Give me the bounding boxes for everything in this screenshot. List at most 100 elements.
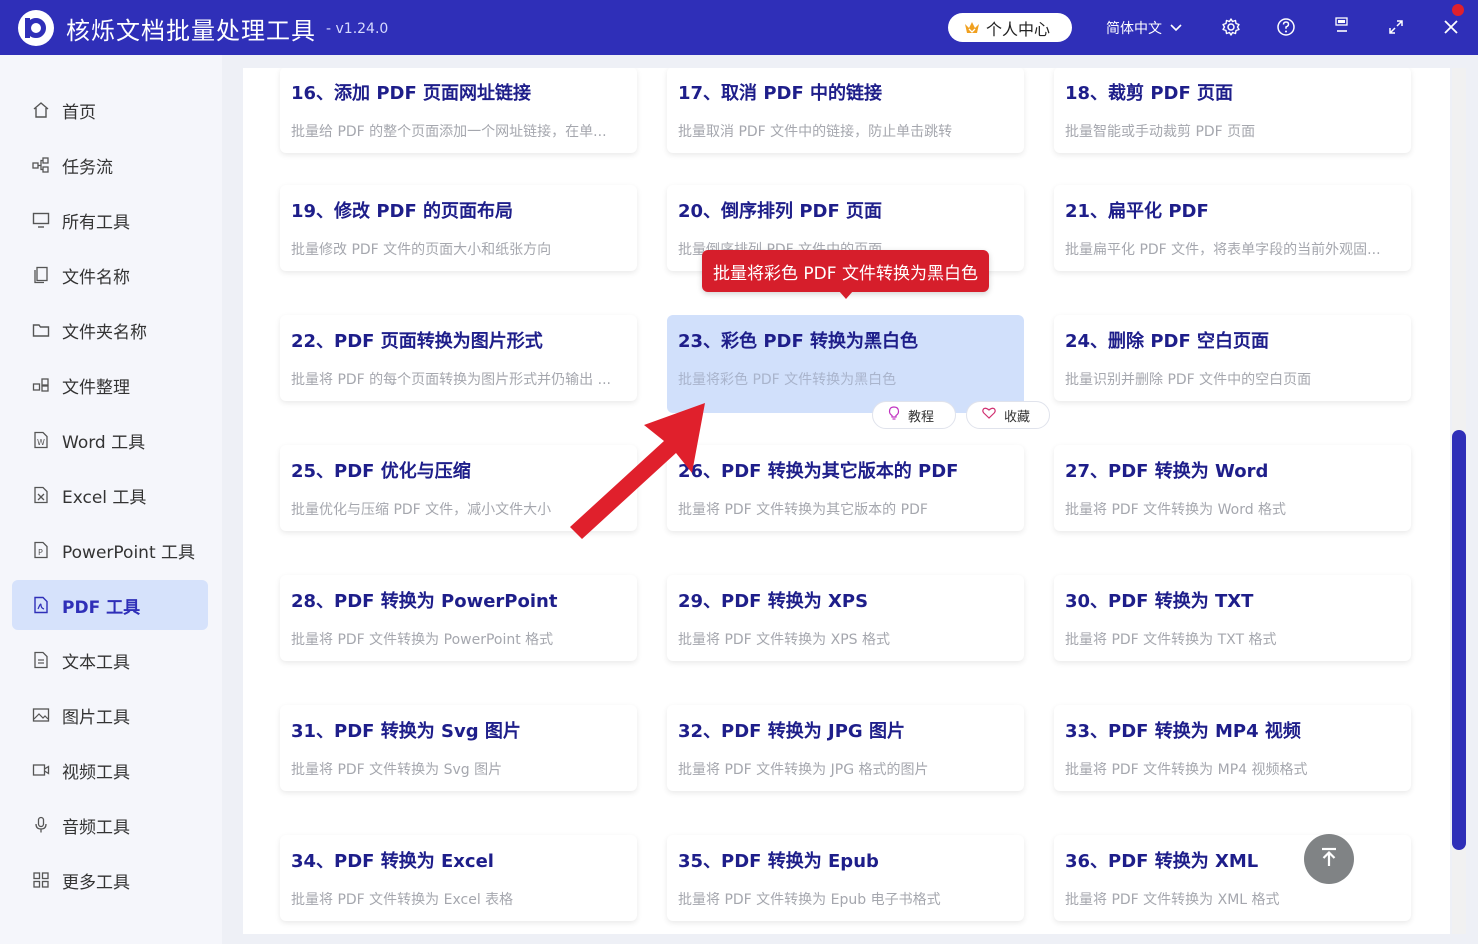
sidebar-item-home[interactable]: 首页 (12, 85, 208, 135)
tool-card-desc: 批量将 PDF 的每个页面转换为图片形式并仍输出 ... (291, 372, 611, 388)
minimize-icon[interactable] (1329, 15, 1353, 39)
sidebar-item-label: 首页 (62, 102, 96, 123)
tool-card[interactable]: 28、PDF 转换为 PowerPoint 批量将 PDF 文件转换为 Power… (280, 575, 637, 661)
image-icon (32, 706, 50, 724)
scrollbar-thumb[interactable] (1452, 430, 1466, 850)
sidebar-item-folder-name[interactable]: 文件夹名称 (12, 305, 208, 355)
tool-card-desc: 批量取消 PDF 文件中的链接，防止单击跳转 (678, 124, 953, 140)
tool-grid: 16、添加 PDF 页面网址链接 批量给 PDF 的整个页面添加一个网址链接，在单… (243, 68, 1450, 934)
sidebar-item-all-tools[interactable]: 所有工具 (12, 195, 208, 245)
tool-card[interactable]: 22、PDF 页面转换为图片形式 批量将 PDF 的每个页面转换为图片形式并仍输出… (280, 315, 637, 401)
language-label: 简体中文 (1106, 21, 1162, 37)
sidebar-item-text-tools[interactable]: 文本工具 (12, 635, 208, 685)
sidebar-item-label: 视频工具 (62, 762, 130, 783)
sidebar-item-label: Word 工具 (62, 432, 146, 453)
tool-card[interactable]: 30、PDF 转换为 TXT 批量将 PDF 文件转换为 TXT 格式 (1054, 575, 1411, 661)
tool-card-title: 27、PDF 转换为 Word (1065, 461, 1269, 482)
tool-card[interactable]: 18、裁剪 PDF 页面 批量智能或手动裁剪 PDF 页面 (1054, 68, 1411, 153)
tool-card[interactable]: 16、添加 PDF 页面网址链接 批量给 PDF 的整个页面添加一个网址链接，在单… (280, 68, 637, 153)
sidebar-item-workflow[interactable]: 任务流 (12, 140, 208, 190)
home-icon (32, 101, 50, 119)
tooltip-tail (839, 291, 853, 299)
tool-card-desc: 批量识别并删除 PDF 文件中的空白页面 (1065, 372, 1312, 388)
tool-card[interactable]: 19、修改 PDF 的页面布局 批量修改 PDF 文件的页面大小和纸张方向 (280, 185, 637, 271)
tool-card[interactable]: 21、扁平化 PDF 批量扁平化 PDF 文件，将表单字段的当前外观固... (1054, 185, 1411, 271)
sidebar-item-file-organize[interactable]: 文件整理 (12, 360, 208, 410)
tool-card[interactable]: 33、PDF 转换为 MP4 视频批量将 PDF 文件转换为 MP4 视频格式 (1054, 705, 1411, 791)
sidebar-item-label: 任务流 (62, 157, 113, 178)
sidebar-item-label: 图片工具 (62, 707, 130, 728)
tool-card[interactable]: 32、PDF 转换为 JPG 图片批量将 PDF 文件转换为 JPG 格式的图片 (667, 705, 1024, 791)
workflow-icon (32, 156, 50, 174)
tool-card[interactable]: 27、PDF 转换为 Word 批量将 PDF 文件转换为 Word 格式 (1054, 445, 1411, 531)
tool-card-title: 16、添加 PDF 页面网址链接 (291, 83, 532, 104)
user-center-label: 个人中心 (986, 19, 1051, 39)
language-selector[interactable]: 简体中文 (1106, 18, 1182, 38)
svg-text:W: W (37, 438, 45, 447)
sidebar-item-label: 文本工具 (62, 652, 130, 673)
sidebar-item-video-tools[interactable]: 视频工具 (12, 745, 208, 795)
tool-card-title: 36、PDF 转换为 XML (1065, 851, 1259, 872)
text-file-icon (32, 651, 50, 669)
chevron-down-icon (1170, 20, 1182, 36)
tool-card-desc: 批量将 PDF 文件转换为 Word 格式 (1065, 502, 1287, 518)
crown-icon (964, 21, 980, 34)
sidebar-item-audio-tools[interactable]: 音频工具 (12, 800, 208, 850)
powerpoint-icon: P (32, 541, 50, 559)
tool-card-highlighted[interactable]: 23、彩色 PDF 转换为黑白色 批量将彩色 PDF 文件转换为黑白色 (667, 315, 1024, 413)
sidebar-item-excel-tools[interactable]: Excel 工具 (12, 470, 208, 520)
tool-card[interactable]: 34、PDF 转换为 Excel 批量将 PDF 文件转换为 Excel 表格 (280, 835, 637, 921)
sidebar-item-file-name[interactable]: 文件名称 (12, 250, 208, 300)
maximize-icon[interactable] (1384, 15, 1408, 39)
sidebar-item-label: 音频工具 (62, 817, 130, 838)
tool-card-desc: 批量将 PDF 文件转换为 MP4 视频格式 (1065, 762, 1308, 778)
tool-card-title: 34、PDF 转换为 Excel (291, 851, 494, 872)
tutorial-button[interactable]: 教程 (872, 401, 956, 429)
lightbulb-icon (888, 406, 900, 424)
excel-icon (32, 486, 50, 504)
tool-card-title: 17、取消 PDF 中的链接 (678, 83, 883, 104)
tool-card[interactable]: 17、取消 PDF 中的链接批量取消 PDF 文件中的链接，防止单击跳转 (667, 68, 1024, 153)
tool-card-desc: 批量将 PDF 文件转换为 JPG 格式的图片 (678, 762, 929, 778)
tool-card-title: 29、PDF 转换为 XPS (678, 591, 869, 612)
sidebar-item-pdf-tools[interactable]: PDF 工具 (12, 580, 208, 630)
tool-card-title: 20、倒序排列 PDF 页面 (678, 201, 883, 222)
arrow-up-icon (1317, 845, 1341, 873)
annotation-arrow (570, 403, 705, 539)
back-to-top-button[interactable] (1304, 834, 1354, 884)
word-icon: W (32, 431, 50, 449)
tool-card-title: 30、PDF 转换为 TXT (1065, 591, 1254, 612)
tool-card[interactable]: 24、删除 PDF 空白页面 批量识别并删除 PDF 文件中的空白页面 (1054, 315, 1411, 401)
tool-card-title: 19、修改 PDF 的页面布局 (291, 201, 514, 222)
tool-card[interactable]: 31、PDF 转换为 Svg 图片 批量将 PDF 文件转换为 Svg 图片 (280, 705, 637, 791)
sidebar-item-more-tools[interactable]: 更多工具 (12, 855, 208, 905)
sidebar-item-label: 文件名称 (62, 267, 130, 288)
tool-card[interactable]: 36、PDF 转换为 XML 批量将 PDF 文件转换为 XML 格式 (1054, 835, 1411, 921)
sidebar-item-powerpoint-tools[interactable]: P PowerPoint 工具 (12, 525, 208, 575)
tool-card-title: 32、PDF 转换为 JPG 图片 (678, 721, 905, 742)
tool-card-desc: 批量将 PDF 文件转换为 XML 格式 (1065, 892, 1280, 908)
sidebar-item-image-tools[interactable]: 图片工具 (12, 690, 208, 740)
heart-icon (982, 407, 996, 423)
sidebar-item-label: Excel 工具 (62, 487, 147, 508)
help-icon[interactable] (1274, 15, 1298, 39)
sidebar-item-label: 文件整理 (62, 377, 130, 398)
tutorial-label: 教程 (908, 409, 935, 425)
tool-card-desc: 批量将彩色 PDF 文件转换为黑白色 (678, 372, 897, 388)
tool-card[interactable]: 35、PDF 转换为 Epub 批量将 PDF 文件转换为 Epub 电子书格式 (667, 835, 1024, 921)
folder-icon (32, 321, 50, 339)
tool-card-desc: 批量将 PDF 文件转换为 TXT 格式 (1065, 632, 1277, 648)
tool-card-title: 21、扁平化 PDF (1065, 201, 1209, 222)
settings-gear-icon[interactable] (1219, 15, 1243, 39)
user-center-button[interactable]: 个人中心 (948, 13, 1072, 42)
sidebar-item-word-tools[interactable]: W Word 工具 (12, 415, 208, 465)
app-title: 核烁文档批量处理工具 (66, 17, 316, 45)
tool-card-title: 35、PDF 转换为 Epub (678, 851, 879, 872)
microphone-icon (32, 816, 50, 834)
favorite-button[interactable]: 收藏 (966, 401, 1050, 429)
tool-card-title: 31、PDF 转换为 Svg 图片 (291, 721, 521, 742)
tool-card-title: 33、PDF 转换为 MP4 视频 (1065, 721, 1301, 742)
tool-card[interactable]: 29、PDF 转换为 XPS 批量将 PDF 文件转换为 XPS 格式 (667, 575, 1024, 661)
tool-card[interactable]: 26、PDF 转换为其它版本的 PDF 批量将 PDF 文件转换为其它版本的 PD… (667, 445, 1024, 531)
close-icon[interactable] (1439, 15, 1463, 39)
